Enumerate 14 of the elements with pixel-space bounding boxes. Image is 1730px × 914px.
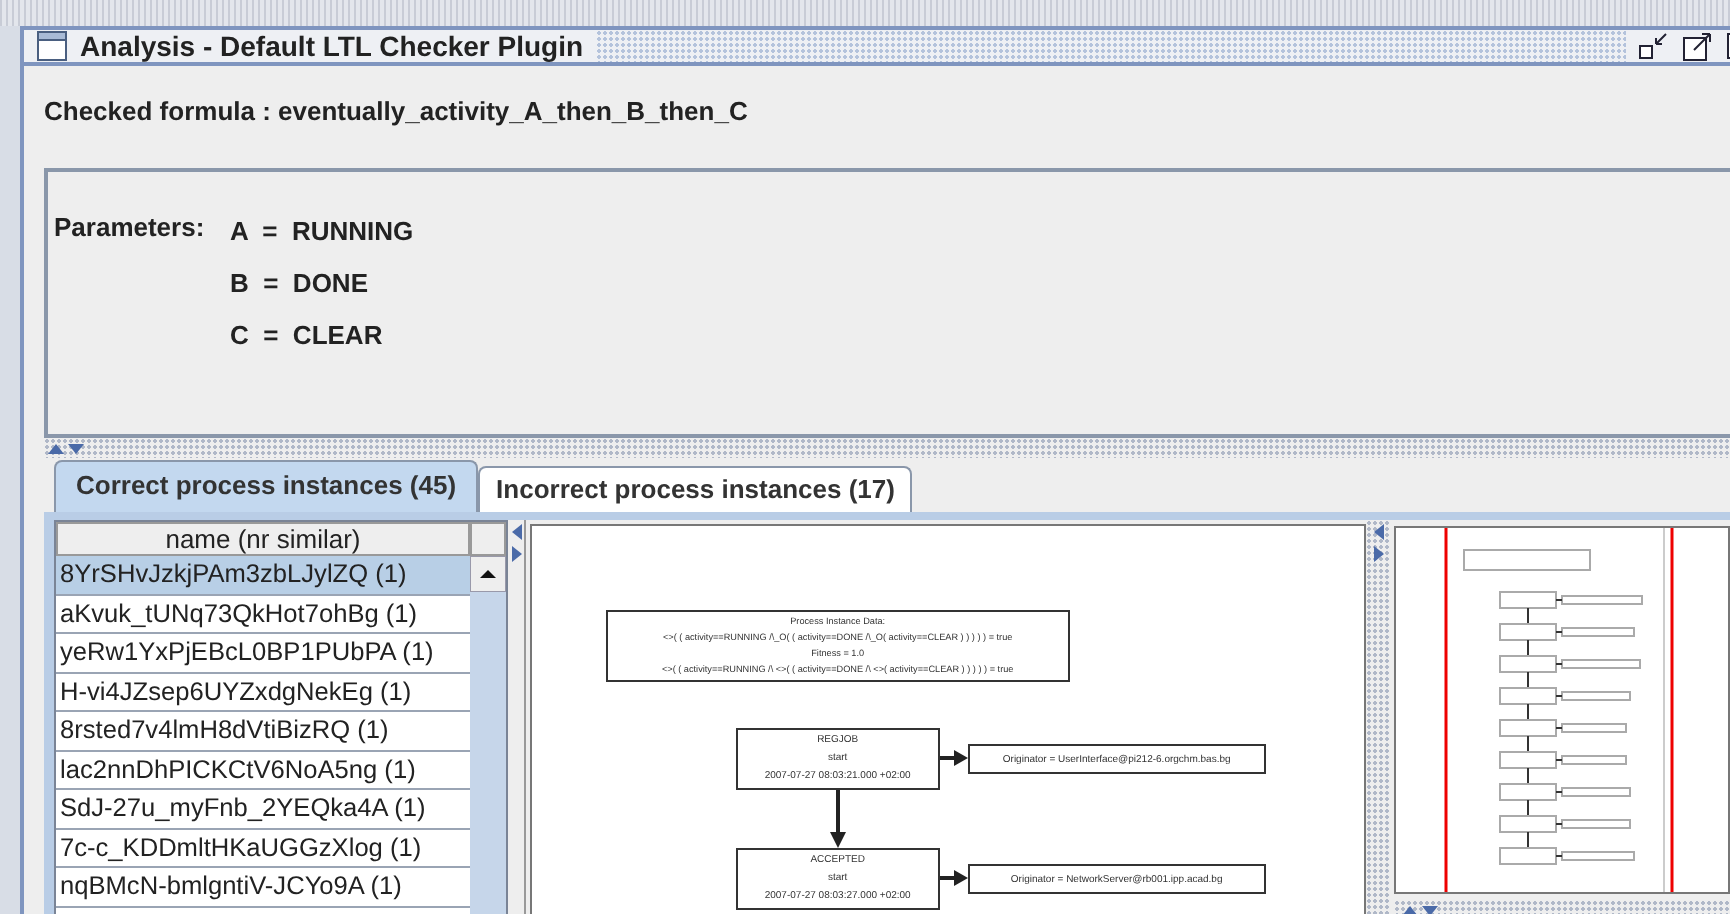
parameter-value: B = DONE <box>230 268 370 300</box>
column-header[interactable]: name (nr similar) <box>56 522 470 556</box>
tab[interactable]: Incorrect process instances (17) <box>478 466 913 512</box>
tab[interactable]: Correct process instances (45) <box>54 460 479 512</box>
table-row[interactable]: aKvuk_tUNq73QkHot7ohBg (1) <box>56 595 470 634</box>
parameter-value: C = CLEAR <box>230 320 385 352</box>
table-row[interactable]: 7c-c_KDDmltHKaUGGzXlog (1) <box>56 829 470 868</box>
table-row[interactable]: lac2nnDhPICKCtV6NoA5ng (1) <box>56 751 470 790</box>
table-row[interactable]: 8YrSHvJzkjPAm3zbLJylZQ (1) <box>56 556 470 595</box>
parameters-label: Parameters: <box>54 212 207 242</box>
window-title: Analysis - Default LTL Checker Plugin <box>80 30 584 62</box>
checked-formula: Checked formula : eventually_activity_A_then_B_then_C <box>44 96 750 130</box>
table-row[interactable]: H-vi4JZsep6UYZxdgNekEg (1) <box>56 673 470 712</box>
parameter-value: A = RUNNING <box>230 216 414 248</box>
